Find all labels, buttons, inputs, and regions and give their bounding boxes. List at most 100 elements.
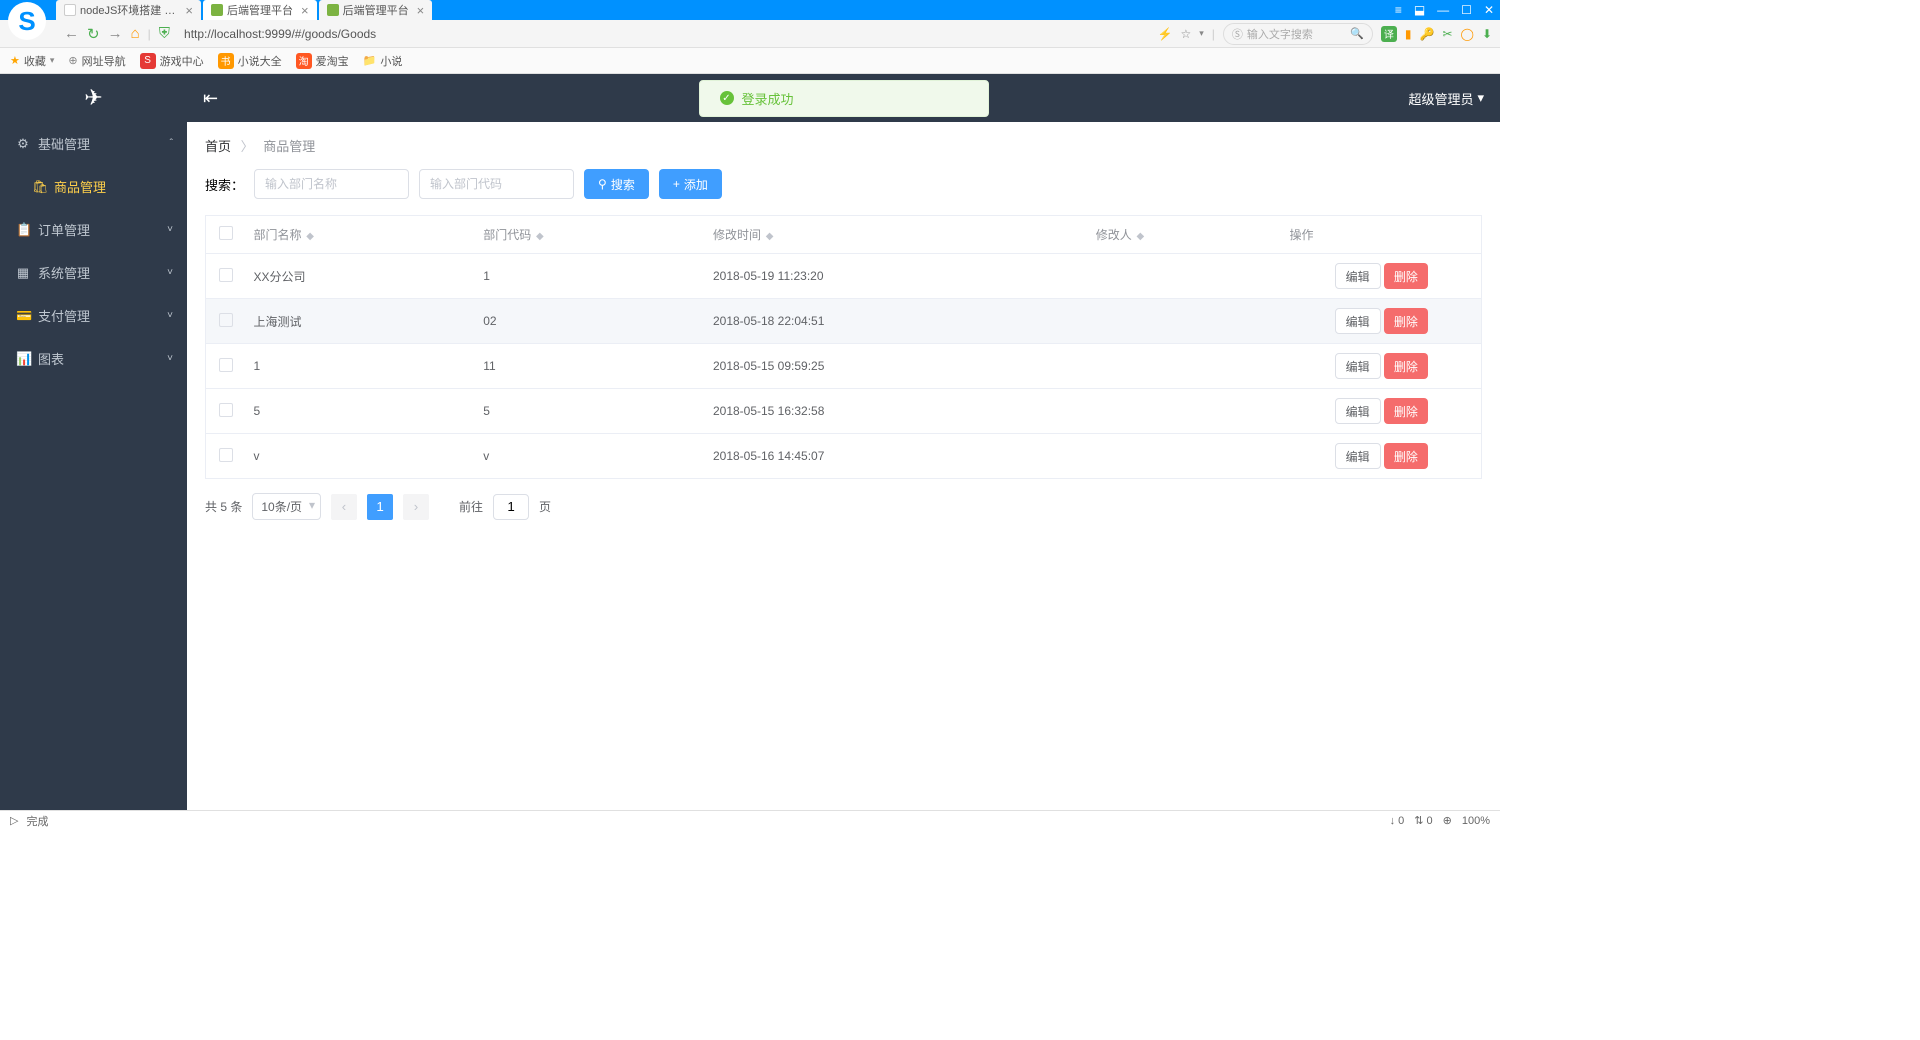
dept-code-input[interactable] <box>419 169 574 199</box>
search-icon: 🔍 <box>1350 27 1364 40</box>
table-header-3[interactable]: 修改人 ◆ <box>1088 216 1282 254</box>
success-toast: ✓ 登录成功 <box>699 80 989 117</box>
note-icon[interactable]: ▮ <box>1405 27 1412 41</box>
page-1-button[interactable]: 1 <box>367 494 393 520</box>
row-checkbox[interactable] <box>219 448 233 462</box>
sort-icon: ◆ <box>763 231 773 242</box>
sidebar-item-5[interactable]: 📊图表˅ <box>0 337 187 380</box>
breadcrumb-current: 商品管理 <box>263 139 315 154</box>
breadcrumb-home[interactable]: 首页 <box>205 139 231 154</box>
menu-icon[interactable]: ≡ <box>1395 3 1402 17</box>
breadcrumb: 首页 〉 商品管理 <box>205 136 1482 155</box>
cell-time: 2018-05-15 16:32:58 <box>705 389 1088 434</box>
edit-button[interactable]: 编辑 <box>1335 443 1381 469</box>
row-checkbox[interactable] <box>219 358 233 372</box>
table-row: v v 2018-05-16 14:45:07 编辑 删除 <box>206 434 1482 479</box>
edit-button[interactable]: 编辑 <box>1335 398 1381 424</box>
table-header-1[interactable]: 部门代码 ◆ <box>475 216 705 254</box>
download-icon[interactable]: ⬇ <box>1482 27 1492 41</box>
page-size-select[interactable]: 10条/页 <box>252 493 321 520</box>
url-input[interactable] <box>178 23 1149 45</box>
bookmark-4[interactable]: 淘爱淘宝 <box>296 53 349 69</box>
browser-tab-0[interactable]: nodeJS环境搭建 - javax × <box>56 0 201 20</box>
zoom-icon[interactable]: ⊕ <box>1443 814 1452 827</box>
speed-indicator[interactable]: ⇅ 0 <box>1414 814 1432 827</box>
sidebar-item-4[interactable]: 💳支付管理˅ <box>0 294 187 337</box>
maximize-icon[interactable]: ☐ <box>1461 3 1472 17</box>
table-header-0[interactable]: 部门名称 ◆ <box>246 216 476 254</box>
search-button-label: 搜索 <box>611 176 635 193</box>
bookmark-0[interactable]: ★收藏 ▾ <box>10 53 54 69</box>
tab-title: nodeJS环境搭建 - javax <box>80 2 177 18</box>
table-header-4[interactable]: 操作 <box>1282 216 1482 254</box>
delete-button[interactable]: 删除 <box>1384 263 1428 289</box>
shield-icon[interactable]: ⛨ <box>159 25 170 42</box>
cell-code: 11 <box>475 344 705 389</box>
cell-code: v <box>475 434 705 479</box>
table-header-2[interactable]: 修改时间 ◆ <box>705 216 1088 254</box>
back-icon[interactable]: ← <box>64 25 79 42</box>
translate-icon[interactable]: 译 <box>1381 26 1397 42</box>
topbar: ⇤ ✓ 登录成功 超级管理员 ▾ <box>187 74 1500 122</box>
browser-tabs: nodeJS环境搭建 - javax×后端管理平台×后端管理平台× <box>56 0 434 20</box>
tab-close-icon[interactable]: × <box>185 3 193 18</box>
browser-tab-2[interactable]: 后端管理平台× <box>319 0 433 20</box>
bookmark-1[interactable]: ⊕网址导航 <box>68 53 125 69</box>
edit-button[interactable]: 编辑 <box>1335 263 1381 289</box>
forward-icon[interactable]: → <box>108 25 123 42</box>
cut-icon[interactable]: ✂ <box>1442 27 1452 41</box>
cell-time: 2018-05-16 14:45:07 <box>705 434 1088 479</box>
row-checkbox[interactable] <box>219 403 233 417</box>
select-all-checkbox[interactable] <box>219 226 233 240</box>
tab-close-icon[interactable]: × <box>301 3 309 18</box>
user-menu[interactable]: 超级管理员 ▾ <box>1408 89 1484 108</box>
circle-icon[interactable]: ◯ <box>1461 27 1474 41</box>
play-icon[interactable]: ▷ <box>10 814 18 827</box>
cell-by <box>1088 434 1282 479</box>
search-placeholder: 输入文字搜索 <box>1247 26 1313 42</box>
bookmark-3[interactable]: 书小说大全 <box>218 53 282 69</box>
home-icon[interactable]: ⌂ <box>131 25 140 42</box>
row-checkbox[interactable] <box>219 313 233 327</box>
browser-tab-1[interactable]: 后端管理平台× <box>203 0 317 20</box>
delete-button[interactable]: 删除 <box>1384 443 1428 469</box>
minimize-icon[interactable]: — <box>1437 3 1449 17</box>
search-button[interactable]: ⚲ 搜索 <box>584 169 649 199</box>
collapse-sidebar-icon[interactable]: ⇤ <box>203 88 218 109</box>
bookmarks-bar: ★收藏 ▾ ⊕网址导航 S游戏中心书小说大全淘爱淘宝 📁小说 <box>0 48 1500 74</box>
menu-label: 系统管理 <box>38 263 90 282</box>
row-checkbox[interactable] <box>219 268 233 282</box>
reload-icon[interactable]: ↻ <box>87 25 100 43</box>
delete-button[interactable]: 删除 <box>1384 398 1428 424</box>
delete-button[interactable]: 删除 <box>1384 308 1428 334</box>
menu-label: 支付管理 <box>38 306 90 325</box>
edit-button[interactable]: 编辑 <box>1335 353 1381 379</box>
star-icon[interactable]: ☆ <box>1180 27 1191 41</box>
sidebar-item-2[interactable]: 📋订单管理˅ <box>0 208 187 251</box>
bookmark-2[interactable]: S游戏中心 <box>140 53 204 69</box>
delete-button[interactable]: 删除 <box>1384 353 1428 379</box>
sidebar-item-1[interactable]: 🛍商品管理 <box>0 165 187 208</box>
tab-icon <box>211 4 223 16</box>
edit-button[interactable]: 编辑 <box>1335 308 1381 334</box>
dept-name-input[interactable] <box>254 169 409 199</box>
download-count[interactable]: ↓ 0 <box>1390 815 1405 827</box>
next-page-button[interactable]: › <box>403 494 429 520</box>
browser-search[interactable]: Ⓢ 输入文字搜索 🔍 <box>1223 23 1373 45</box>
sidebar-item-0[interactable]: ⚙基础管理ˆ <box>0 122 187 165</box>
tab-icon <box>64 4 76 16</box>
menu-icon: ▦ <box>16 265 30 281</box>
add-button[interactable]: + 添加 <box>659 169 722 199</box>
goto-page-input[interactable] <box>493 494 529 520</box>
prev-page-button[interactable]: ‹ <box>331 494 357 520</box>
key-icon[interactable]: 🔑 <box>1419 27 1434 41</box>
flash-icon[interactable]: ⚡ <box>1158 27 1173 41</box>
app-logo: ✈ <box>0 74 187 122</box>
tab-close-icon[interactable]: × <box>417 3 425 18</box>
bookmark-5[interactable]: 📁小说 <box>363 53 403 69</box>
sidebar-item-3[interactable]: ▦系统管理˅ <box>0 251 187 294</box>
paper-plane-icon: ✈ <box>84 85 102 111</box>
pin-icon[interactable]: ⬓ <box>1414 3 1425 17</box>
close-icon[interactable]: ✕ <box>1484 3 1494 17</box>
address-bar: ← ↻ → ⌂ | ⛨ ⚡ ☆ ▾ | Ⓢ 输入文字搜索 🔍 译 ▮ 🔑 ✂ ◯… <box>0 20 1500 48</box>
